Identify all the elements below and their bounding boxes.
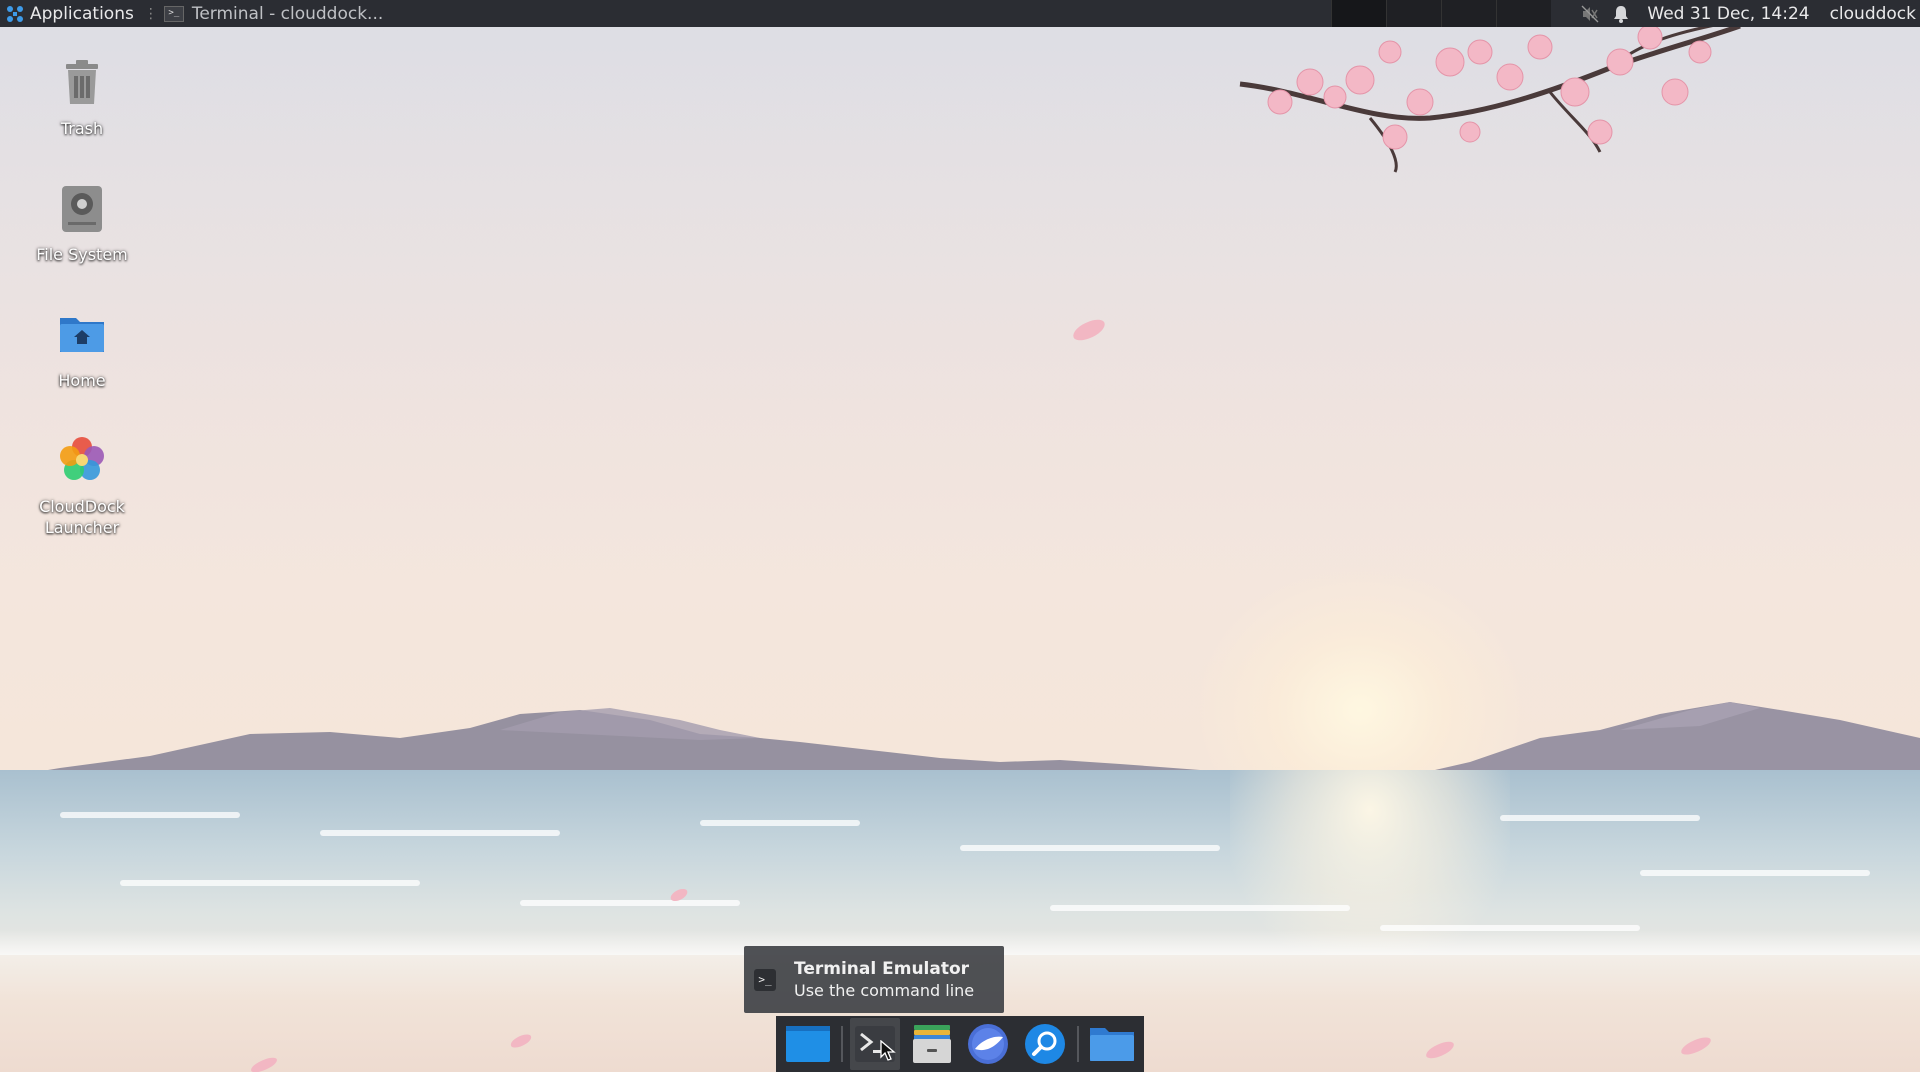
taskbar-window-terminal[interactable]: >_ Terminal - clouddock... [163, 3, 384, 24]
notification-bell-icon[interactable] [1613, 5, 1629, 23]
wave [320, 830, 560, 836]
launcher-flower-icon [60, 437, 104, 480]
desktop-icon [786, 1026, 831, 1062]
trash-icon [66, 60, 98, 104]
dock-file-manager[interactable] [906, 1018, 957, 1070]
system-tray [1581, 5, 1629, 23]
taskbar-window-label: Terminal - clouddock... [191, 3, 384, 24]
panel-clock[interactable]: Wed 31 Dec, 14:24 [1647, 4, 1809, 24]
applications-menu-label: Applications [30, 3, 134, 24]
desktop-icon-label: Trash [60, 119, 104, 138]
wave [60, 812, 240, 818]
wave [1500, 815, 1700, 821]
desktop-icon-label: File System [36, 245, 128, 264]
user-menu[interactable]: clouddock [1830, 4, 1916, 24]
browser-icon [968, 1024, 1009, 1064]
folder-icon [1089, 1028, 1134, 1061]
search-icon [1025, 1024, 1066, 1064]
dock-app-finder[interactable] [1020, 1018, 1071, 1070]
tooltip-description: Use the command line [794, 980, 975, 1000]
applications-menu-icon [7, 5, 23, 22]
desktop-icon-clouddock-launcher[interactable]: CloudDock Launcher [22, 434, 142, 538]
dock-separator [840, 1026, 843, 1062]
dock-folder[interactable] [1086, 1018, 1137, 1070]
dock-web-browser[interactable] [963, 1018, 1014, 1070]
cherry-blossom-branch [1239, 22, 1741, 173]
wave [520, 900, 740, 906]
terminal-icon: >_ [754, 968, 776, 991]
terminal-small-icon: >_ [163, 5, 184, 22]
workspace-switcher [1331, 0, 1552, 27]
mountain-range [0, 702, 1920, 778]
drive-icon [62, 186, 102, 232]
falling-petal [1070, 316, 1108, 344]
wave [1640, 870, 1870, 876]
applications-menu[interactable]: Applications [0, 0, 134, 27]
desktop-icon-label-line1: CloudDock [39, 497, 125, 516]
tooltip-text: Terminal Emulator Use the command line [794, 958, 974, 1002]
workspace-3[interactable] [1441, 0, 1497, 27]
file-cabinet-icon [912, 1025, 951, 1063]
desktop-icon-trash[interactable]: Trash [22, 56, 142, 139]
mouse-cursor-icon [879, 1040, 896, 1061]
desktop-icon-label: Home [58, 371, 106, 390]
workspace-1[interactable] [1331, 0, 1387, 27]
volume-muted-icon[interactable] [1581, 5, 1599, 23]
wave [700, 820, 860, 826]
bottom-dock [776, 1016, 1144, 1072]
workspace-4[interactable] [1496, 0, 1552, 27]
workspace-2[interactable] [1386, 0, 1442, 27]
top-panel: Applications ⋮ >_ Terminal - clouddock..… [0, 0, 1920, 27]
desktop-icon-file-system[interactable]: File System [22, 182, 142, 265]
panel-separator-handle: ⋮ [143, 5, 158, 22]
desktop-wallpaper[interactable] [0, 0, 1920, 1072]
dock-separator [1077, 1026, 1080, 1062]
dock-show-desktop[interactable] [783, 1018, 834, 1070]
dock-terminal[interactable] [849, 1018, 901, 1070]
tooltip-title: Terminal Emulator [794, 958, 970, 979]
wave [1050, 905, 1350, 911]
dock-tooltip: >_ Terminal Emulator Use the command lin… [744, 946, 1004, 1013]
home-folder-icon [60, 318, 104, 352]
desktop-icon-home[interactable]: Home [22, 308, 142, 391]
desktop-icon-label-line2: Launcher [44, 518, 120, 537]
wave [120, 880, 420, 886]
wave [960, 845, 1220, 851]
